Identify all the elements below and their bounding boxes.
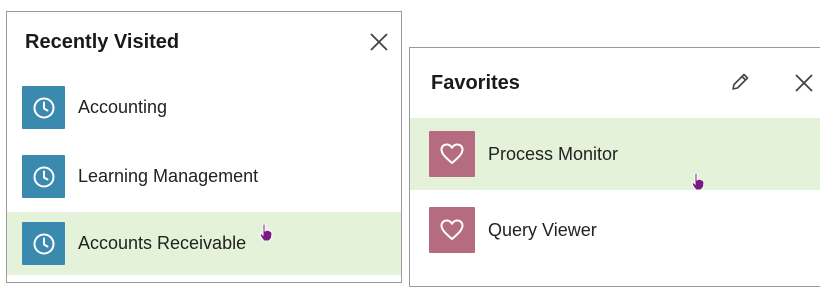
favorite-item-process-monitor[interactable]: Process Monitor bbox=[410, 118, 820, 190]
recent-item-accounts-receivable[interactable]: Accounts Receivable bbox=[7, 212, 401, 275]
recent-item-label: Learning Management bbox=[78, 166, 259, 186]
close-icon[interactable] bbox=[791, 70, 817, 96]
favorite-item-label: Process Monitor bbox=[488, 143, 619, 164]
favorite-item-label: Query Viewer bbox=[488, 219, 597, 240]
favorites-title: Favorites bbox=[431, 71, 520, 94]
recently-visited-panel: Recently Visited Accounting Learning Man… bbox=[6, 11, 402, 283]
recent-item-learning-management[interactable]: Learning Management bbox=[7, 145, 401, 208]
recent-item-accounting[interactable]: Accounting bbox=[7, 76, 401, 139]
heart-icon bbox=[429, 207, 475, 253]
recently-visited-header: Recently Visited bbox=[7, 12, 401, 72]
recent-item-label: Accounting bbox=[78, 97, 168, 117]
pencil-icon[interactable] bbox=[727, 69, 753, 95]
heart-icon bbox=[429, 131, 475, 177]
recently-visited-title: Recently Visited bbox=[25, 30, 180, 53]
clock-icon bbox=[22, 155, 65, 198]
favorite-item-query-viewer[interactable]: Query Viewer bbox=[410, 194, 820, 266]
recent-item-label: Accounts Receivable bbox=[78, 233, 247, 253]
close-icon[interactable] bbox=[366, 29, 392, 55]
clock-icon bbox=[22, 222, 65, 265]
favorites-panel: Favorites Process Monitor Query Viewer bbox=[409, 47, 820, 287]
clock-icon bbox=[22, 86, 65, 129]
favorites-header: Favorites bbox=[410, 48, 820, 118]
